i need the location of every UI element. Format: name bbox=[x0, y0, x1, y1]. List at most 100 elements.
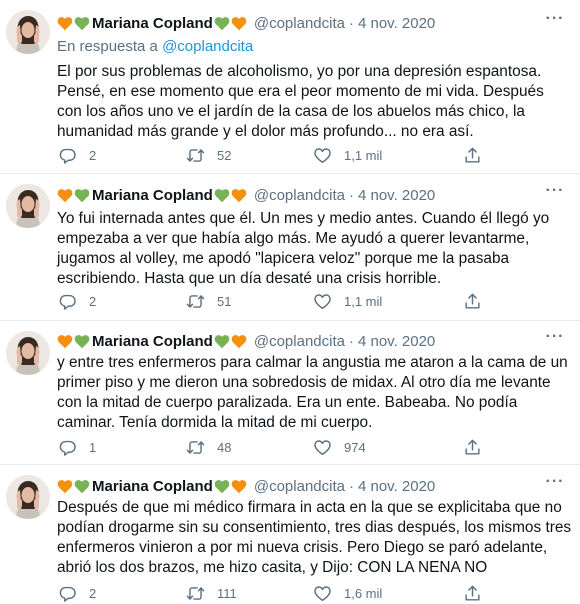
like-count: 974 bbox=[344, 439, 366, 455]
retweet-icon bbox=[186, 438, 205, 457]
tweet[interactable]: Mariana Copland @coplandcita · 4 nov. 20… bbox=[0, 465, 580, 604]
retweet-count: 111 bbox=[217, 585, 237, 601]
more-icon[interactable]: ··· bbox=[544, 329, 566, 350]
like-count: 1,6 mil bbox=[344, 585, 383, 601]
author-name[interactable]: Mariana Copland bbox=[92, 333, 213, 350]
tweet-actions: 2 52 1,1 mil bbox=[58, 144, 518, 166]
tweet-date[interactable]: 4 nov. 2020 bbox=[358, 333, 435, 350]
tweet-text: y entre tres enfermeros para calmar la a… bbox=[57, 354, 568, 431]
green-heart-emoji bbox=[214, 16, 230, 31]
retweet-count: 52 bbox=[217, 147, 232, 163]
tweet-actions: 1 48 974 bbox=[58, 436, 518, 458]
more-icon[interactable]: ··· bbox=[544, 11, 566, 32]
avatar[interactable] bbox=[6, 184, 50, 228]
green-heart-emoji bbox=[214, 188, 230, 203]
retweet-button[interactable]: 52 bbox=[186, 144, 231, 166]
reply-icon bbox=[58, 584, 77, 603]
green-heart-emoji bbox=[74, 188, 90, 203]
tweet-header: Mariana Copland @coplandcita · 4 nov. 20… bbox=[57, 475, 557, 497]
tweet-actions: 2 111 1,6 mil bbox=[58, 582, 518, 604]
avatar[interactable] bbox=[6, 475, 50, 519]
avatar[interactable] bbox=[6, 10, 50, 54]
share-icon bbox=[463, 584, 482, 603]
green-heart-emoji bbox=[74, 334, 90, 349]
reply-count: 2 bbox=[89, 293, 97, 309]
more-icon[interactable]: ··· bbox=[544, 183, 566, 204]
tweet-date[interactable]: 4 nov. 2020 bbox=[358, 15, 435, 32]
author-handle[interactable]: @coplandcita bbox=[254, 333, 345, 350]
tweet-text: Yo fui internada antes que él. Un mes y … bbox=[57, 210, 550, 287]
share-icon bbox=[463, 438, 482, 457]
green-heart-emoji bbox=[74, 16, 90, 31]
retweet-icon bbox=[186, 584, 205, 603]
retweet-button[interactable]: 111 bbox=[186, 582, 237, 604]
reply-button[interactable]: 2 bbox=[58, 290, 96, 312]
orange-heart-emoji bbox=[57, 334, 73, 349]
retweet-count: 48 bbox=[217, 439, 232, 455]
like-icon bbox=[313, 292, 332, 311]
reply-count: 1 bbox=[89, 439, 97, 455]
share-icon bbox=[463, 292, 482, 311]
orange-heart-emoji bbox=[231, 188, 247, 203]
reply-icon bbox=[58, 146, 77, 165]
tweet[interactable]: Mariana Copland @coplandcita · 4 nov. 20… bbox=[0, 321, 580, 463]
reply-count: 2 bbox=[89, 585, 97, 601]
tweet-actions: 2 51 1,1 mil bbox=[58, 290, 518, 312]
author-handle[interactable]: @coplandcita bbox=[254, 478, 345, 495]
share-button[interactable] bbox=[463, 290, 482, 312]
like-button[interactable]: 1,1 mil bbox=[313, 290, 382, 312]
reply-prefix: En respuesta a bbox=[57, 38, 158, 55]
separator-dot: · bbox=[348, 477, 354, 495]
reply-icon bbox=[58, 438, 77, 457]
reply-count: 2 bbox=[89, 147, 97, 163]
separator-dot: · bbox=[348, 332, 354, 350]
tweet[interactable]: Mariana Copland @coplandcita · 4 nov. 20… bbox=[0, 0, 580, 176]
author-name[interactable]: Mariana Copland bbox=[92, 478, 213, 495]
like-icon bbox=[313, 584, 332, 603]
like-icon bbox=[313, 438, 332, 457]
orange-heart-emoji bbox=[231, 16, 247, 31]
author-handle[interactable]: @coplandcita bbox=[254, 187, 345, 204]
separator-dot: · bbox=[348, 186, 354, 204]
author-handle[interactable]: @coplandcita bbox=[254, 15, 345, 32]
retweet-button[interactable]: 48 bbox=[186, 436, 231, 458]
like-button[interactable]: 1,1 mil bbox=[313, 144, 382, 166]
orange-heart-emoji bbox=[231, 334, 247, 349]
tweet-date[interactable]: 4 nov. 2020 bbox=[358, 187, 435, 204]
reply-icon bbox=[58, 292, 77, 311]
tweet-header: Mariana Copland @coplandcita · 4 nov. 20… bbox=[57, 12, 557, 34]
more-icon[interactable]: ··· bbox=[544, 474, 566, 495]
tweet-thread: Mariana Copland @coplandcita · 4 nov. 20… bbox=[0, 0, 580, 604]
orange-heart-emoji bbox=[57, 188, 73, 203]
green-heart-emoji bbox=[74, 479, 90, 494]
tweet-text: El por sus problemas de alcoholismo, yo … bbox=[57, 63, 544, 140]
share-button[interactable] bbox=[463, 144, 482, 166]
retweet-icon bbox=[186, 146, 205, 165]
orange-heart-emoji bbox=[57, 479, 73, 494]
tweet-date[interactable]: 4 nov. 2020 bbox=[358, 478, 435, 495]
tweet-header: Mariana Copland @coplandcita · 4 nov. 20… bbox=[57, 184, 557, 206]
reply-button[interactable]: 1 bbox=[58, 436, 96, 458]
tweet-text: Después de que mi médico firmara in acta… bbox=[57, 499, 572, 576]
avatar[interactable] bbox=[6, 331, 50, 375]
tweet-header: Mariana Copland @coplandcita · 4 nov. 20… bbox=[57, 330, 557, 352]
green-heart-emoji bbox=[214, 479, 230, 494]
like-button[interactable]: 974 bbox=[313, 436, 366, 458]
share-button[interactable] bbox=[463, 582, 482, 604]
orange-heart-emoji bbox=[231, 479, 247, 494]
reply-context: En respuesta a @coplandcita bbox=[57, 38, 253, 55]
retweet-icon bbox=[186, 292, 205, 311]
like-icon bbox=[313, 146, 332, 165]
share-icon bbox=[463, 146, 482, 165]
reply-button[interactable]: 2 bbox=[58, 144, 96, 166]
retweet-button[interactable]: 51 bbox=[186, 290, 231, 312]
orange-heart-emoji bbox=[57, 16, 73, 31]
share-button[interactable] bbox=[463, 436, 482, 458]
reply-button[interactable]: 2 bbox=[58, 582, 96, 604]
retweet-count: 51 bbox=[217, 293, 232, 309]
author-name[interactable]: Mariana Copland bbox=[92, 187, 213, 204]
like-button[interactable]: 1,6 mil bbox=[313, 582, 382, 604]
author-name[interactable]: Mariana Copland bbox=[92, 15, 213, 32]
tweet[interactable]: Mariana Copland @coplandcita · 4 nov. 20… bbox=[0, 174, 580, 320]
reply-mention-link[interactable]: @coplandcita bbox=[162, 38, 253, 55]
